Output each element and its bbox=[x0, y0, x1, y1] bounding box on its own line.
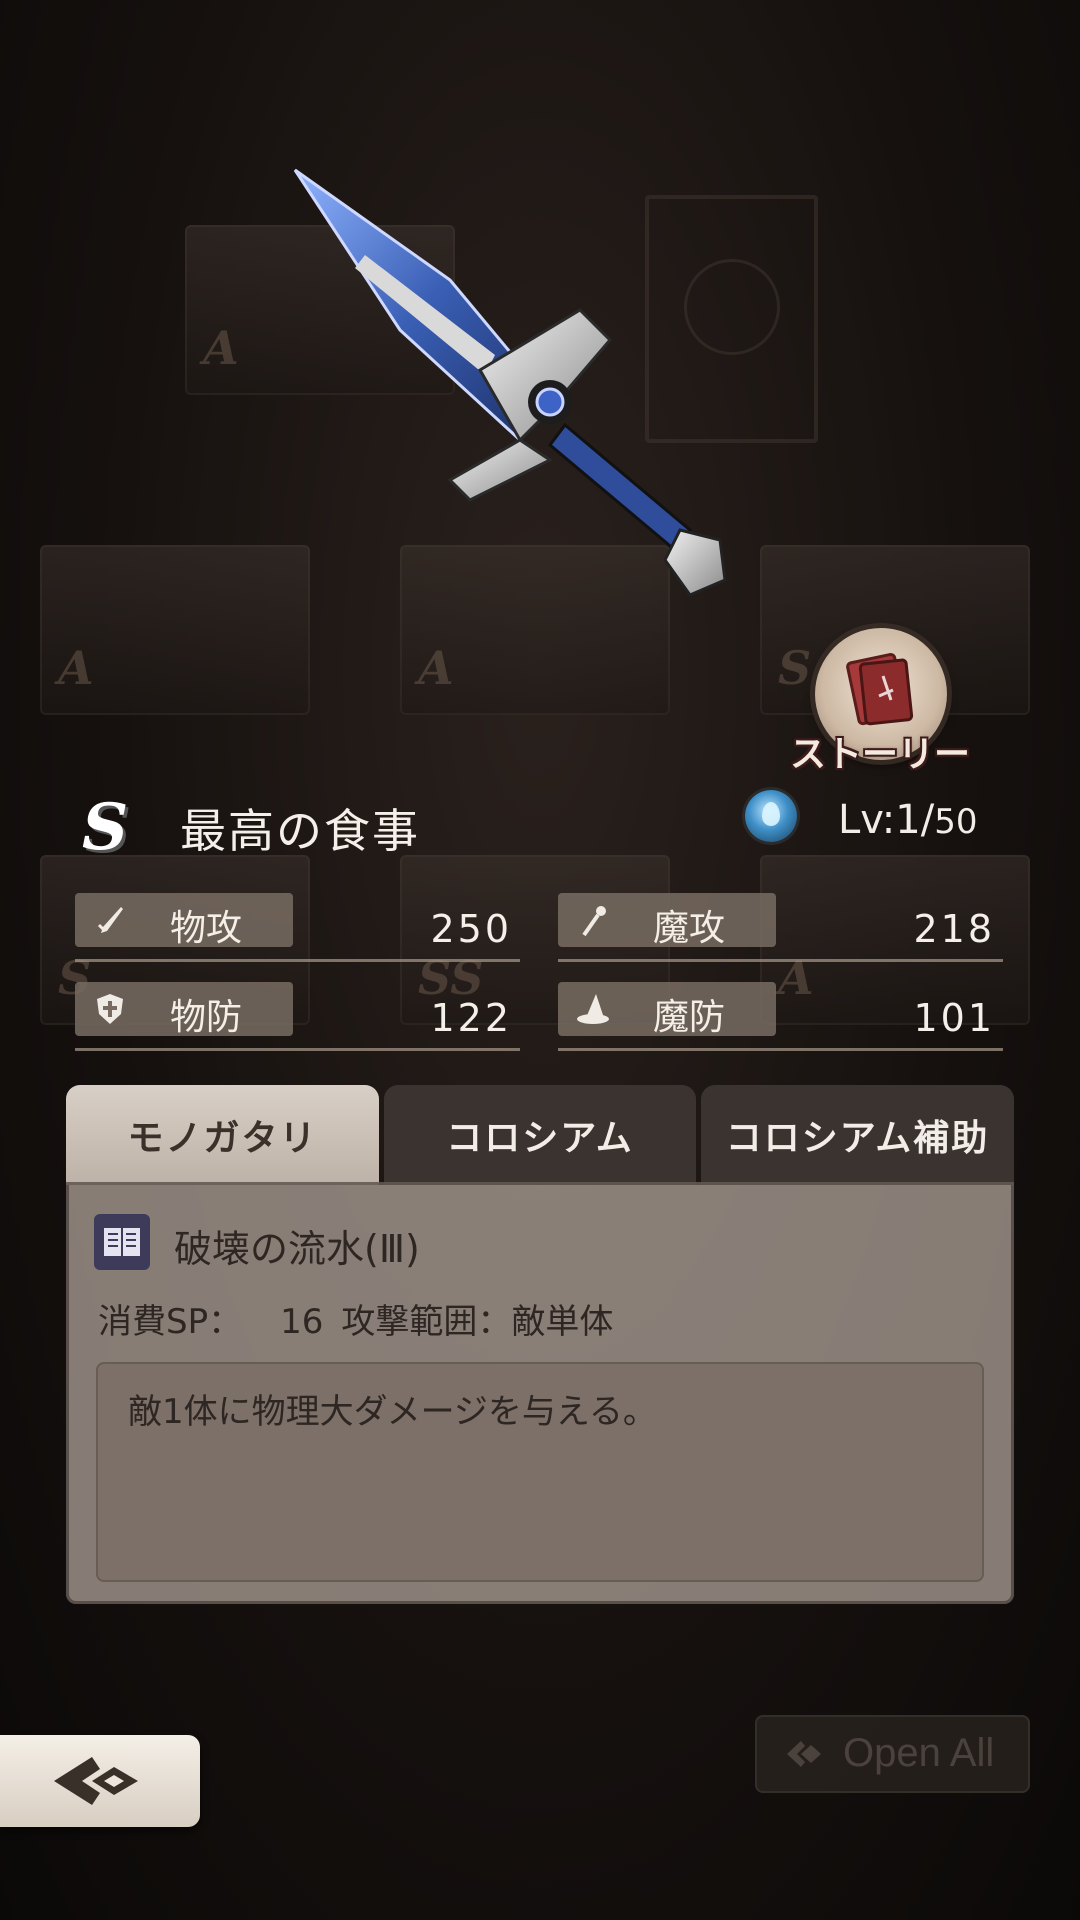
staff-icon bbox=[582, 906, 606, 937]
stat-label: 物防 bbox=[170, 997, 243, 1038]
open-all-button[interactable]: Open All bbox=[755, 1715, 1030, 1793]
stat-value: 250 bbox=[430, 907, 512, 951]
sp-label: 消費SP： bbox=[98, 1302, 243, 1342]
stat-physical-attack: 物攻 250 bbox=[75, 893, 520, 963]
stat-magic-defense: 魔防 101 bbox=[558, 982, 1003, 1052]
stat-divider bbox=[75, 1048, 520, 1051]
skill-description-box: 敵1体に物理大ダメージを与える。 bbox=[96, 1362, 984, 1582]
skill-description: 敵1体に物理大ダメージを与える。 bbox=[128, 1392, 657, 1432]
arrow-icon bbox=[787, 1741, 821, 1767]
tab-colosseum-support[interactable]: コロシアム補助 bbox=[701, 1085, 1014, 1185]
level-current: 1 bbox=[895, 797, 921, 843]
level-max: 50 bbox=[934, 802, 978, 842]
stat-divider bbox=[75, 959, 520, 962]
skill-info: 消費SP： 16 攻撃範囲：敵単体 bbox=[98, 1294, 631, 1343]
book-icon bbox=[846, 652, 914, 726]
attack-range: 攻撃範囲：敵単体 bbox=[341, 1302, 614, 1342]
sword-icon bbox=[97, 907, 123, 933]
stat-value: 218 bbox=[913, 907, 995, 951]
tab-monogatari[interactable]: モノガタリ bbox=[66, 1085, 379, 1185]
stat-chip: 物攻 bbox=[75, 893, 293, 949]
stat-value: 122 bbox=[430, 996, 512, 1040]
skill-panel: 破壊の流水(Ⅲ) 消費SP： 16 攻撃範囲：敵単体 敵1体に物理大ダメージを与える… bbox=[66, 1182, 1014, 1604]
stat-chip: 物防 bbox=[75, 982, 293, 1038]
rank-badge: S bbox=[82, 790, 129, 865]
stat-divider bbox=[558, 959, 1003, 962]
water-element-icon bbox=[745, 790, 797, 842]
stat-label: 魔防 bbox=[653, 997, 726, 1038]
open-all-label[interactable]: Open All bbox=[843, 1731, 994, 1776]
wizard-hat-icon bbox=[577, 994, 609, 1024]
stat-label: 物攻 bbox=[170, 908, 243, 949]
sword-artwork bbox=[293, 168, 727, 597]
skill-book-icon bbox=[94, 1214, 150, 1270]
sp-value: 16 bbox=[280, 1302, 324, 1342]
stat-chip: 魔防 bbox=[558, 982, 776, 1038]
tab-colosseum[interactable]: コロシアム bbox=[384, 1085, 696, 1185]
story-button-label[interactable]: ストーリー bbox=[790, 725, 970, 777]
back-arrow-icon bbox=[54, 1757, 138, 1805]
stat-chip: 魔攻 bbox=[558, 893, 776, 949]
stat-magic-attack: 魔攻 218 bbox=[558, 893, 1003, 963]
skill-name: 破壊の流水(Ⅲ) bbox=[174, 1227, 420, 1271]
stat-value: 101 bbox=[913, 996, 995, 1040]
stat-physical-defense: 物防 122 bbox=[75, 982, 520, 1052]
level-prefix: Lv: bbox=[838, 797, 896, 843]
back-button[interactable] bbox=[0, 1735, 200, 1827]
level-display: Lv:1/50 bbox=[838, 797, 978, 843]
skill-tabs: モノガタリ コロシアム コロシアム補助 bbox=[66, 1085, 1014, 1185]
stat-label: 魔攻 bbox=[653, 908, 726, 949]
stat-divider bbox=[558, 1048, 1003, 1051]
shield-icon bbox=[97, 994, 123, 1024]
weapon-name: 最高の食事 bbox=[180, 804, 420, 858]
